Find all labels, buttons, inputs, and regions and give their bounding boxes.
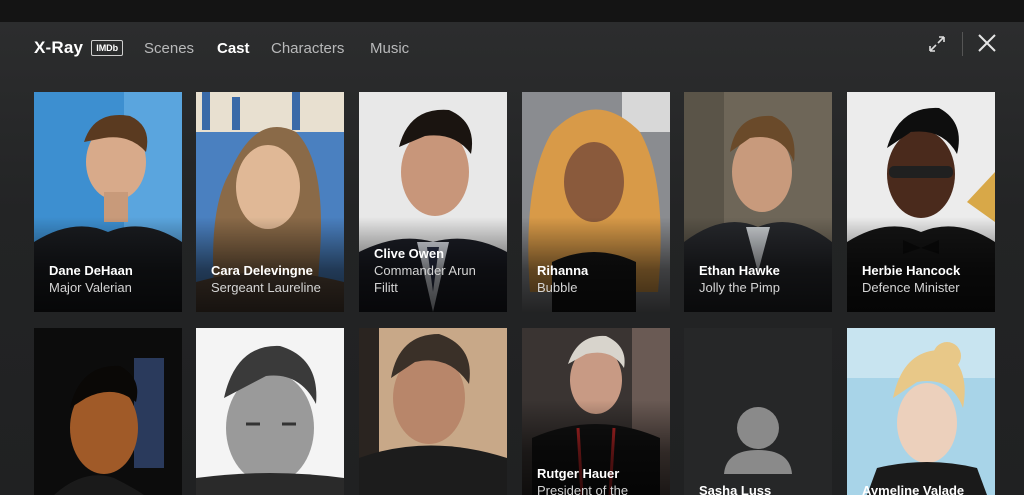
cast-card[interactable] bbox=[359, 328, 507, 495]
close-icon bbox=[978, 34, 996, 52]
header-divider bbox=[962, 32, 963, 56]
cast-card[interactable]: Rutger Hauer President of the bbox=[522, 328, 670, 495]
cast-card[interactable]: Clive Owen Commander Arun Filitt bbox=[359, 92, 507, 312]
actor-name: Rihanna bbox=[537, 263, 589, 278]
actor-name: Sasha Luss bbox=[699, 483, 772, 495]
actor-name: Ethan Hawke bbox=[699, 263, 780, 278]
actor-photo bbox=[196, 328, 344, 495]
cast-card[interactable]: Rihanna Bubble bbox=[522, 92, 670, 312]
tab-cast[interactable]: Cast bbox=[217, 40, 250, 57]
expand-button[interactable] bbox=[926, 33, 948, 55]
expand-icon bbox=[929, 36, 945, 52]
character-name: Commander Arun Filitt bbox=[374, 263, 476, 295]
actor-name: Aymeline Valade bbox=[862, 483, 965, 495]
actor-photo bbox=[359, 328, 507, 495]
cast-caption: Herbie Hancock Defence Minister bbox=[862, 262, 989, 296]
tab-scenes[interactable]: Scenes bbox=[144, 40, 194, 57]
actor-name: Dane DeHaan bbox=[49, 263, 133, 278]
character-name: President of the bbox=[537, 483, 629, 495]
actor-photo bbox=[847, 328, 995, 495]
actor-name: Cara Delevingne bbox=[211, 263, 313, 278]
cast-card[interactable]: Ethan Hawke Jolly the Pimp bbox=[684, 92, 832, 312]
cast-card[interactable]: Sasha Luss bbox=[684, 328, 832, 495]
actor-name: Herbie Hancock bbox=[862, 263, 961, 278]
cast-card[interactable]: Cara Delevingne Sergeant Laureline bbox=[196, 92, 344, 312]
actor-photo bbox=[684, 328, 832, 495]
cast-caption: Dane DeHaan Major Valerian bbox=[49, 262, 176, 296]
character-name: Sergeant Laureline bbox=[211, 280, 321, 295]
xray-header: X-Ray IMDb Scenes Cast Characters Music bbox=[0, 22, 1024, 74]
character-name: Jolly the Pimp bbox=[699, 280, 780, 295]
character-name: Bubble bbox=[537, 280, 578, 295]
cast-card[interactable]: Herbie Hancock Defence Minister bbox=[847, 92, 995, 312]
cast-caption: Clive Owen Commander Arun Filitt bbox=[374, 245, 501, 296]
tab-music[interactable]: Music bbox=[370, 40, 409, 57]
actor-photo bbox=[34, 328, 182, 495]
imdb-badge: IMDb bbox=[91, 40, 124, 56]
close-button[interactable] bbox=[975, 31, 999, 55]
xray-brand: X-Ray IMDb bbox=[34, 38, 124, 58]
cast-caption: Rutger Hauer President of the bbox=[537, 465, 664, 495]
cast-caption: Cara Delevingne Sergeant Laureline bbox=[211, 262, 338, 296]
cast-caption: Sasha Luss bbox=[699, 482, 826, 495]
cast-caption: Aymeline Valade bbox=[862, 482, 989, 495]
actor-name: Clive Owen bbox=[374, 246, 445, 261]
top-strip bbox=[0, 0, 1024, 22]
cast-caption: Rihanna Bubble bbox=[537, 262, 664, 296]
actor-name: Rutger Hauer bbox=[537, 466, 620, 481]
cast-card[interactable] bbox=[34, 328, 182, 495]
cast-card[interactable] bbox=[196, 328, 344, 495]
cast-card[interactable]: Aymeline Valade bbox=[847, 328, 995, 495]
cast-card[interactable]: Dane DeHaan Major Valerian bbox=[34, 92, 182, 312]
character-name: Major Valerian bbox=[49, 280, 132, 295]
xray-title: X-Ray bbox=[34, 38, 84, 57]
tab-characters[interactable]: Characters bbox=[271, 40, 344, 57]
cast-caption: Ethan Hawke Jolly the Pimp bbox=[699, 262, 826, 296]
character-name: Defence Minister bbox=[862, 280, 960, 295]
